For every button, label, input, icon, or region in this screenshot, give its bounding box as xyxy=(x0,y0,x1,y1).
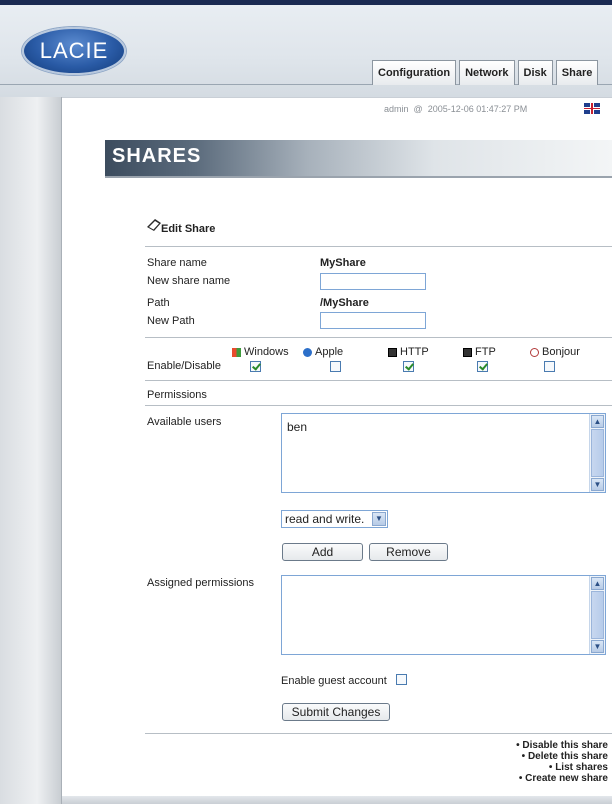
status-line: admin @ 2005-12-06 01:47:27 PM xyxy=(384,104,527,114)
service-windows-label: Windows xyxy=(244,346,289,358)
left-sidebar xyxy=(0,97,62,804)
service-bonjour-label: Bonjour xyxy=(542,346,580,358)
path-label: Path xyxy=(147,297,170,309)
service-http-label: HTTP xyxy=(400,346,429,358)
http-checkbox[interactable] xyxy=(403,361,414,372)
tab-disk[interactable]: Disk xyxy=(517,60,553,85)
scroll-down-icon[interactable]: ▼ xyxy=(591,640,604,653)
guest-account-label: Enable guest account xyxy=(281,675,387,687)
link-delete-share[interactable]: • Delete this share xyxy=(516,751,608,762)
share-name-value: MyShare xyxy=(320,257,366,269)
tab-share[interactable]: Share xyxy=(555,60,599,85)
bonjour-checkbox[interactable] xyxy=(544,361,555,372)
new-share-name-label: New share name xyxy=(147,275,231,287)
section-title-edit-share: Edit Share xyxy=(161,223,216,235)
share-name-label: Share name xyxy=(147,257,207,269)
ftp-icon xyxy=(463,347,472,357)
new-share-name-input[interactable] xyxy=(320,273,426,290)
windows-icon xyxy=(232,347,241,357)
apple-icon xyxy=(303,347,312,357)
new-path-input[interactable] xyxy=(320,312,426,329)
remove-button[interactable]: Remove xyxy=(369,543,448,561)
service-apple-label: Apple xyxy=(315,346,344,358)
access-level-value: read and write. xyxy=(285,512,365,526)
link-disable-share[interactable]: • Disable this share xyxy=(516,740,608,751)
main-tabs: Configuration Network Disk Share xyxy=(372,60,601,85)
service-apple: Apple xyxy=(303,346,343,358)
enable-disable-label: Enable/Disable xyxy=(147,360,221,372)
status-at: @ xyxy=(413,104,423,114)
divider xyxy=(145,337,612,338)
bonjour-icon xyxy=(530,347,539,357)
scroll-up-icon[interactable]: ▲ xyxy=(591,415,604,428)
access-level-select[interactable]: read and write. ▼ xyxy=(281,510,388,528)
footer-bar xyxy=(62,796,612,804)
service-ftp: FTP xyxy=(463,346,496,358)
banner-underline xyxy=(105,176,612,178)
service-windows: Windows xyxy=(232,346,289,358)
link-create-share[interactable]: • Create new share xyxy=(516,773,608,784)
assigned-permissions-list[interactable]: ▲ ▼ xyxy=(281,575,606,655)
page-title: SHARES xyxy=(112,145,202,167)
link-list-shares[interactable]: • List shares xyxy=(516,762,608,773)
service-bonjour: Bonjour xyxy=(530,346,580,358)
http-icon xyxy=(388,347,397,357)
status-datetime: 2005-12-06 01:47:27 PM xyxy=(427,104,528,114)
list-item[interactable]: ben xyxy=(287,420,307,434)
tab-configuration[interactable]: Configuration xyxy=(372,60,457,85)
path-value: /MyShare xyxy=(320,297,369,309)
guest-account-checkbox[interactable] xyxy=(396,674,407,685)
apple-checkbox[interactable] xyxy=(330,361,341,372)
share-actions: • Disable this share • Delete this share… xyxy=(516,740,608,784)
divider xyxy=(145,380,612,381)
available-users-list[interactable]: ben ▲ ▼ xyxy=(281,413,606,493)
language-flag-icon[interactable] xyxy=(584,103,600,114)
scroll-up-icon[interactable]: ▲ xyxy=(591,577,604,590)
permissions-label: Permissions xyxy=(147,389,207,401)
windows-checkbox[interactable] xyxy=(250,361,261,372)
ftp-checkbox[interactable] xyxy=(477,361,488,372)
scroll-thumb[interactable] xyxy=(591,591,604,639)
submit-changes-button[interactable]: Submit Changes xyxy=(282,703,390,721)
add-button[interactable]: Add xyxy=(282,543,363,561)
edit-icon xyxy=(146,218,162,235)
scroll-down-icon[interactable]: ▼ xyxy=(591,478,604,491)
scrollbar[interactable]: ▲ ▼ xyxy=(589,576,605,654)
tab-network[interactable]: Network xyxy=(459,60,515,85)
content-top-rule xyxy=(62,97,612,98)
assigned-permissions-label: Assigned permissions xyxy=(147,577,254,589)
status-user: admin xyxy=(384,104,409,114)
available-users-label: Available users xyxy=(147,416,222,428)
logo-text: LACIE xyxy=(39,38,109,63)
divider xyxy=(145,405,612,406)
scrollbar[interactable]: ▲ ▼ xyxy=(589,414,605,492)
chevron-down-icon[interactable]: ▼ xyxy=(372,512,386,526)
service-http: HTTP xyxy=(388,346,429,358)
divider xyxy=(145,246,612,247)
divider xyxy=(145,733,612,734)
scroll-thumb[interactable] xyxy=(591,429,604,477)
service-ftp-label: FTP xyxy=(475,346,496,358)
header-top-stripe xyxy=(0,0,612,5)
new-path-label: New Path xyxy=(147,315,195,327)
lacie-logo[interactable]: LACIE xyxy=(22,27,126,75)
